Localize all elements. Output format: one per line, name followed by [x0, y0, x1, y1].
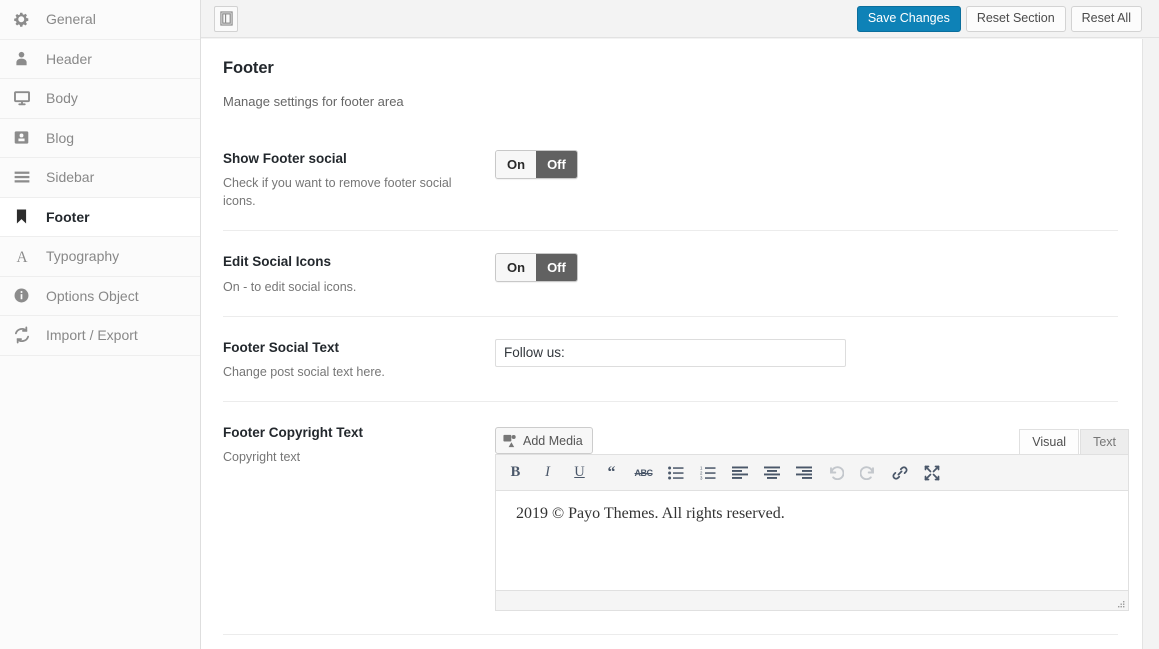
field-title: Edit Social Icons — [223, 254, 332, 270]
svg-text:3: 3 — [700, 475, 703, 479]
user-icon — [13, 50, 41, 67]
field-control: On Off — [495, 253, 1118, 295]
blog-icon — [13, 129, 41, 146]
menu-lines-icon — [13, 168, 41, 186]
field-footer-copyright-text: Footer Copyright Text Copyright text Add… — [223, 402, 1129, 612]
sidebar-item-label: General — [46, 11, 96, 28]
bookmark-icon — [13, 208, 41, 225]
toggle-on-segment[interactable]: On — [496, 254, 537, 282]
monitor-icon — [13, 89, 41, 107]
underline-icon[interactable]: U — [570, 462, 589, 483]
section-divider — [223, 634, 1118, 635]
bullet-list-icon[interactable] — [666, 462, 685, 483]
info-icon — [13, 287, 41, 304]
sidebar-item-label: Blog — [46, 129, 75, 146]
sidebar-item-label: Sidebar — [46, 169, 95, 186]
editor-toolbar: B I U “ ABC 1 2 3 — [495, 454, 1129, 492]
media-icon — [503, 434, 517, 448]
sidebar-item-typography[interactable]: A Typography — [0, 237, 200, 277]
settings-panel: Footer Manage settings for footer area S… — [201, 39, 1143, 649]
field-label-group: Edit Social Icons On - to edit social ic… — [223, 253, 495, 295]
undo-icon[interactable] — [826, 462, 845, 483]
field-show-footer-social: Show Footer social Check if you want to … — [223, 128, 1118, 232]
field-control — [495, 338, 1118, 381]
numbered-list-icon[interactable]: 1 2 3 — [698, 462, 717, 483]
layout-panel-icon[interactable] — [214, 5, 238, 32]
tab-text[interactable]: Text — [1080, 429, 1129, 455]
wysiwyg-editor: Add Media Visual Text B I U “ ABC 1 2 3 … — [495, 424, 1129, 612]
field-control: Add Media Visual Text B I U “ ABC 1 2 3 … — [495, 424, 1129, 612]
field-description: Change post social text here. — [223, 365, 385, 380]
sidebar-item-label: Footer — [46, 208, 90, 225]
italic-icon[interactable]: I — [538, 462, 557, 483]
field-title: Show Footer social — [223, 151, 347, 166]
sidebar-item-label: Import / Export — [46, 327, 138, 344]
editor-header: Add Media Visual Text — [495, 424, 1129, 455]
footer-social-text-input[interactable] — [495, 338, 846, 367]
field-description: Copyright text — [223, 450, 301, 465]
add-media-label: Add Media — [523, 433, 583, 448]
field-footer-social-text: Footer Social Text Change post social te… — [223, 317, 1118, 403]
edit-social-icons-toggle[interactable]: On Off — [495, 253, 578, 283]
toggle-off-segment[interactable]: Off — [536, 151, 577, 178]
editor-content-text: 2019 © Payo Themes. All rights reserved. — [516, 505, 785, 523]
field-label-group: Footer Social Text Change post social te… — [223, 339, 495, 381]
field-description: On - to edit social icons. — [223, 279, 357, 294]
options-toolbar: Save Changes Reset Section Reset All — [201, 0, 1159, 38]
add-media-button[interactable]: Add Media — [495, 427, 593, 455]
options-page: General Header Body Blog Sidebar Footer … — [0, 0, 1159, 649]
svg-text:A: A — [16, 249, 27, 265]
sidebar-item-body[interactable]: Body — [0, 79, 200, 119]
gear-icon — [13, 11, 41, 28]
sidebar-item-label: Body — [46, 90, 78, 107]
page-title: Footer — [223, 59, 274, 77]
sidebar-item-blog[interactable]: Blog — [0, 119, 200, 158]
tab-visual[interactable]: Visual — [1019, 429, 1080, 455]
editor-content-area[interactable]: 2019 © Payo Themes. All rights reserved. — [495, 491, 1129, 592]
save-changes-button[interactable]: Save Changes — [856, 5, 961, 32]
sidebar-item-label: Header — [46, 50, 92, 67]
sidebar-item-header[interactable]: Header — [0, 40, 200, 79]
reset-section-button[interactable]: Reset Section — [965, 5, 1066, 32]
align-right-icon[interactable] — [794, 462, 813, 483]
sidebar-item-import-export[interactable]: Import / Export — [0, 316, 200, 356]
settings-sidebar: General Header Body Blog Sidebar Footer … — [0, 0, 201, 649]
sync-icon — [13, 326, 41, 344]
sidebar-item-footer[interactable]: Footer — [0, 197, 200, 237]
toggle-off-segment[interactable]: Off — [536, 254, 577, 282]
sidebar-item-options-object[interactable]: Options Object — [0, 277, 200, 316]
letter-a-icon: A — [13, 247, 41, 265]
sidebar-item-sidebar[interactable]: Sidebar — [0, 158, 200, 198]
show-footer-social-toggle[interactable]: On Off — [495, 150, 578, 179]
align-left-icon[interactable] — [730, 462, 749, 483]
sidebar-item-label: Typography — [46, 248, 120, 265]
align-center-icon[interactable] — [762, 462, 781, 483]
reset-all-button[interactable]: Reset All — [1070, 5, 1142, 32]
field-title: Footer Social Text — [223, 339, 340, 355]
strikethrough-icon[interactable]: ABC — [634, 462, 654, 483]
field-label-group: Footer Copyright Text Copyright text — [223, 424, 495, 611]
resize-grip-icon[interactable] — [1115, 597, 1126, 608]
editor-statusbar — [495, 591, 1129, 612]
page-subtitle: Manage settings for footer area — [223, 94, 404, 109]
blockquote-icon[interactable]: “ — [602, 462, 621, 483]
toggle-on-segment[interactable]: On — [496, 151, 537, 178]
bold-icon[interactable]: B — [506, 462, 525, 483]
field-label-group: Show Footer social Check if you want to … — [223, 150, 495, 210]
field-title: Footer Copyright Text — [223, 425, 363, 441]
field-control: On Off — [495, 150, 1118, 210]
sidebar-item-general[interactable]: General — [0, 0, 200, 40]
sidebar-item-label: Options Object — [46, 287, 139, 304]
link-icon[interactable] — [890, 462, 909, 483]
field-description: Check if you want to remove footer socia… — [223, 176, 452, 209]
field-edit-social-icons: Edit Social Icons On - to edit social ic… — [223, 231, 1118, 317]
redo-icon[interactable] — [858, 462, 877, 483]
fullscreen-icon[interactable] — [922, 462, 941, 483]
content-area: Save Changes Reset Section Reset All Foo… — [201, 0, 1159, 649]
